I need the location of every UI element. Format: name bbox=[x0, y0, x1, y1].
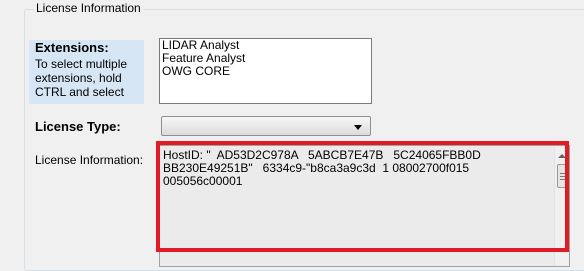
extensions-listbox[interactable]: LIDAR Analyst Feature Analyst OWG CORE bbox=[159, 38, 372, 104]
grip-line bbox=[560, 176, 565, 177]
grip-line bbox=[560, 179, 565, 180]
license-type-dropdown[interactable] bbox=[161, 116, 371, 136]
extensions-label: Extensions: bbox=[35, 40, 109, 55]
grip-line bbox=[560, 173, 565, 174]
scroll-down-icon[interactable] bbox=[558, 248, 566, 252]
chevron-down-icon[interactable] bbox=[354, 125, 362, 130]
license-information-label: License Information: bbox=[35, 153, 144, 167]
license-information-text[interactable]: HostID: " AD53D2C978A 5ABCB7E47B 5C24065… bbox=[163, 149, 553, 188]
list-item[interactable]: OWG CORE bbox=[160, 65, 371, 78]
group-title: License Information bbox=[34, 1, 143, 15]
license-information-textbox[interactable]: HostID: " AD53D2C978A 5ABCB7E47B 5C24065… bbox=[159, 145, 570, 267]
scrollbar-thumb[interactable] bbox=[557, 164, 568, 188]
extensions-hint: To select multiple extensions, hold CTRL… bbox=[35, 57, 128, 99]
license-type-label: License Type: bbox=[35, 119, 121, 134]
scroll-up-icon[interactable] bbox=[558, 154, 566, 158]
vertical-scrollbar[interactable] bbox=[554, 146, 569, 266]
